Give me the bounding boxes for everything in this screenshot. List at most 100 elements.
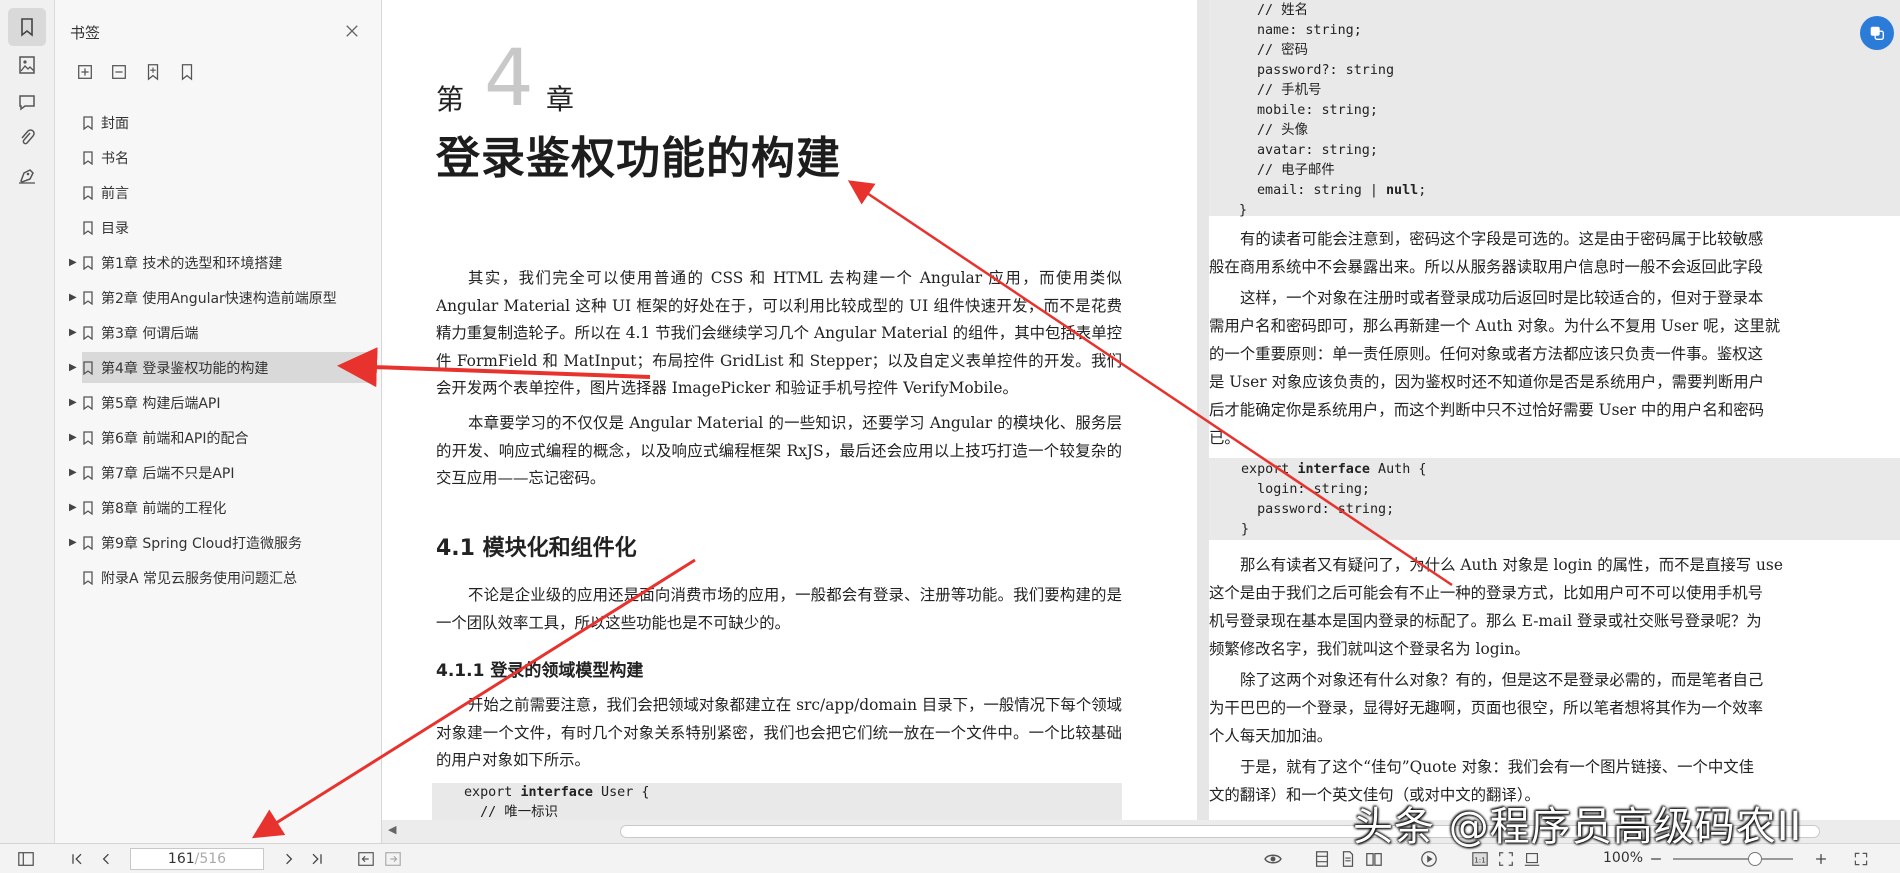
bookmark-item[interactable]: ▶ 第8章 前端的工程化 [55,490,382,525]
collapse-all-button[interactable] [109,62,129,82]
bookmark-options-button[interactable] [177,62,197,82]
bookmark-flag-icon [83,570,93,585]
bookmark-item[interactable]: ▶ 第4章 登录鉴权功能的构建 [55,350,382,385]
bookmark-item[interactable]: ▶ 第5章 构建后端API [55,385,382,420]
bookmark-label: 书名 [101,150,129,167]
bookmark-item[interactable]: ▶ 第3章 何谓后端 [55,315,382,350]
text-line: 需用户名和密码即可，那么再新建一个 Auth 对象。为什么不复用 User 呢，… [1209,317,1781,335]
back-button[interactable] [355,848,377,870]
code-line: // 唯一标识 [464,805,558,820]
expand-arrow-icon[interactable]: ▶ [69,432,79,443]
expand-arrow-icon[interactable]: ▶ [69,397,79,408]
add-bookmark-icon [147,64,159,81]
bookmark-flag-icon [83,185,93,200]
code-line: // 密码 [1257,43,1308,58]
bookmark-label: 第2章 使用Angular快速构造前端原型 [101,290,337,307]
expand-arrow-icon[interactable]: ▶ [69,362,79,373]
close-icon [346,25,358,37]
thumbnail-button[interactable] [8,46,46,84]
fit-page-icon [1499,852,1513,866]
forward-button[interactable] [382,848,404,870]
signature-button[interactable] [8,156,46,194]
actual-size-icon: 1:1 [1472,852,1488,866]
collapse-all-icon [112,65,126,79]
bookmark-icon [21,18,33,37]
expand-arrow-icon[interactable]: ▶ [69,292,79,303]
bookmark-item[interactable]: ▶ 第2章 使用Angular快速构造前端原型 [55,280,382,315]
text-line: 已。 [1209,429,1240,447]
bookmark-flag-icon [83,290,93,305]
close-panel-button[interactable] [341,20,363,42]
previous-page-button[interactable] [95,848,117,870]
expand-arrow-icon[interactable]: ▶ [69,327,79,338]
fullscreen-icon [1854,852,1868,866]
translate-icon [1870,26,1884,40]
code-line: // 姓名 [1257,3,1308,18]
book-icon [1366,852,1382,866]
bookmark-item[interactable]: ▶ 第9章 Spring Cloud打造微服务 [55,525,382,560]
code-block-auth: export interface Auth { login: string; p… [1209,458,1900,540]
eye-protection-button[interactable] [1262,848,1284,870]
text-line: 于是，就有了这个“佳句”Quote 对象：我们会有一个图片链接、一个中文佳 [1240,758,1755,776]
bookmark-flag-icon [83,220,93,235]
code-line: } [1241,522,1250,537]
floating-translate-button[interactable] [1860,16,1894,50]
expand-arrow-icon[interactable]: ▶ [69,537,79,548]
scroll-left-icon[interactable]: ◀ [388,823,396,836]
expand-all-button[interactable] [75,62,95,82]
left-tool-strip [0,0,55,843]
zoom-slider[interactable] [1673,858,1793,860]
first-page-button[interactable] [66,848,88,870]
bookmark-item[interactable]: 目录 [55,210,382,245]
text-line: 那么有读者又有疑问了，为什么 Auth 对象是 login 的属性，而不是直接写… [1240,556,1783,574]
expand-arrow-icon[interactable]: ▶ [69,502,79,513]
toggle-sidebar-button[interactable] [15,848,37,870]
single-page-view-button[interactable] [1311,848,1333,870]
last-page-icon [312,853,322,865]
total-pages: /516 [194,851,227,867]
section-heading-4-1: 4.1 模块化和组件化 [436,536,637,561]
code-line: login: string; [1241,482,1370,497]
bookmark-item[interactable]: 封面 [55,105,382,140]
bookmark-item[interactable]: 前言 [55,175,382,210]
paperclip-icon [21,129,35,145]
bookmark-item[interactable]: ▶ 第1章 技术的选型和环境搭建 [55,245,382,280]
bookmark-item[interactable]: 书名 [55,140,382,175]
bookmark-item[interactable]: ▶ 第7章 后端不只是API [55,455,382,490]
bookmark-flag-icon [83,325,93,340]
code-line: // 电子邮件 [1257,163,1335,178]
play-icon [1421,851,1437,867]
chapter-suffix: 章 [546,83,575,116]
last-page-button[interactable] [306,848,328,870]
fullscreen-button[interactable] [1850,848,1872,870]
first-page-icon [72,853,82,865]
zoom-level[interactable]: 100% [1603,850,1643,866]
expand-all-icon [78,65,92,79]
text-line: 机号登录现在基本是国内登录的标配了。那么 E-mail 登录或社交账号登录呢？为 [1209,612,1762,630]
bookmark-item[interactable]: 附录A 常见云服务使用问题汇总 [55,560,382,595]
bookmark-label: 第7章 后端不只是API [101,465,235,482]
svg-text:1:1: 1:1 [1474,856,1486,865]
attachment-button[interactable] [8,119,46,157]
expand-arrow-icon[interactable]: ▶ [69,257,79,268]
document-page-left: 第 4 章 登录鉴权功能的构建 其实，我们完全可以使用普通的 CSS 和 HTM… [382,0,1197,843]
expand-arrow-icon[interactable]: ▶ [69,467,79,478]
code-block-user-fields: // 姓名 name: string; // 密码 password?: string… [1209,0,1900,218]
zoom-slider-handle[interactable] [1748,852,1762,866]
bookmark-label: 第9章 Spring Cloud打造微服务 [101,535,302,552]
page-number-input[interactable]: 161/516 [130,848,264,870]
minus-icon [1651,858,1661,860]
zoom-in-button[interactable] [1810,848,1832,870]
document-icon [1342,851,1354,867]
next-page-button[interactable] [278,848,300,870]
code-line: name: string; [1257,23,1362,38]
bookmark-panel-button[interactable] [8,8,46,46]
add-bookmark-button[interactable] [143,62,163,82]
document-viewport[interactable]: 第 4 章 登录鉴权功能的构建 其实，我们完全可以使用普通的 CSS 和 HTM… [382,0,1900,843]
plus-icon [1816,854,1826,864]
bookmark-flag-icon [83,430,93,445]
bookmark-item[interactable]: ▶ 第6章 前端和API的配合 [55,420,382,455]
bookmark-label: 第4章 登录鉴权功能的构建 [101,360,269,377]
bookmark-label: 第6章 前端和API的配合 [101,430,249,447]
comments-button[interactable] [8,83,46,121]
